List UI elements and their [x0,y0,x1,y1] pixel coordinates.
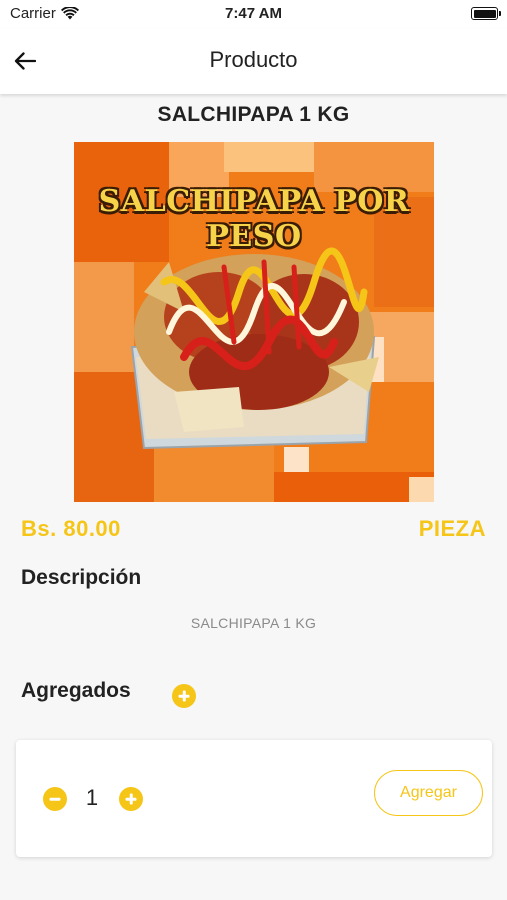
battery-icon [471,7,501,20]
page-title: Producto [209,47,298,72]
add-to-cart-button[interactable]: Agregar [374,770,483,816]
navigation-bar: Producto [0,28,507,94]
status-time: 7:47 AM [225,5,282,22]
description-heading: Descripción [21,566,142,589]
product-image: SALCHIPAPA POR PESO [74,142,434,502]
description-text: SALCHIPAPA 1 KG [190,615,317,631]
image-caption-text: SALCHIPAPA POR PESO [98,184,410,254]
product-price: Bs. 80.00 [21,516,121,541]
increase-quantity-button[interactable] [119,787,143,811]
quantity-value: 1 [85,785,99,810]
add-to-cart-card: 1 Agregar [16,740,492,857]
extras-heading: Agregados [21,679,131,702]
decrease-quantity-button[interactable] [43,787,67,811]
product-name: SALCHIPAPA 1 KG [157,103,350,126]
add-extra-button[interactable] [172,684,196,708]
status-bar: Carrier 7:47 AM [0,0,507,28]
product-unit: PIEZA [418,516,486,541]
